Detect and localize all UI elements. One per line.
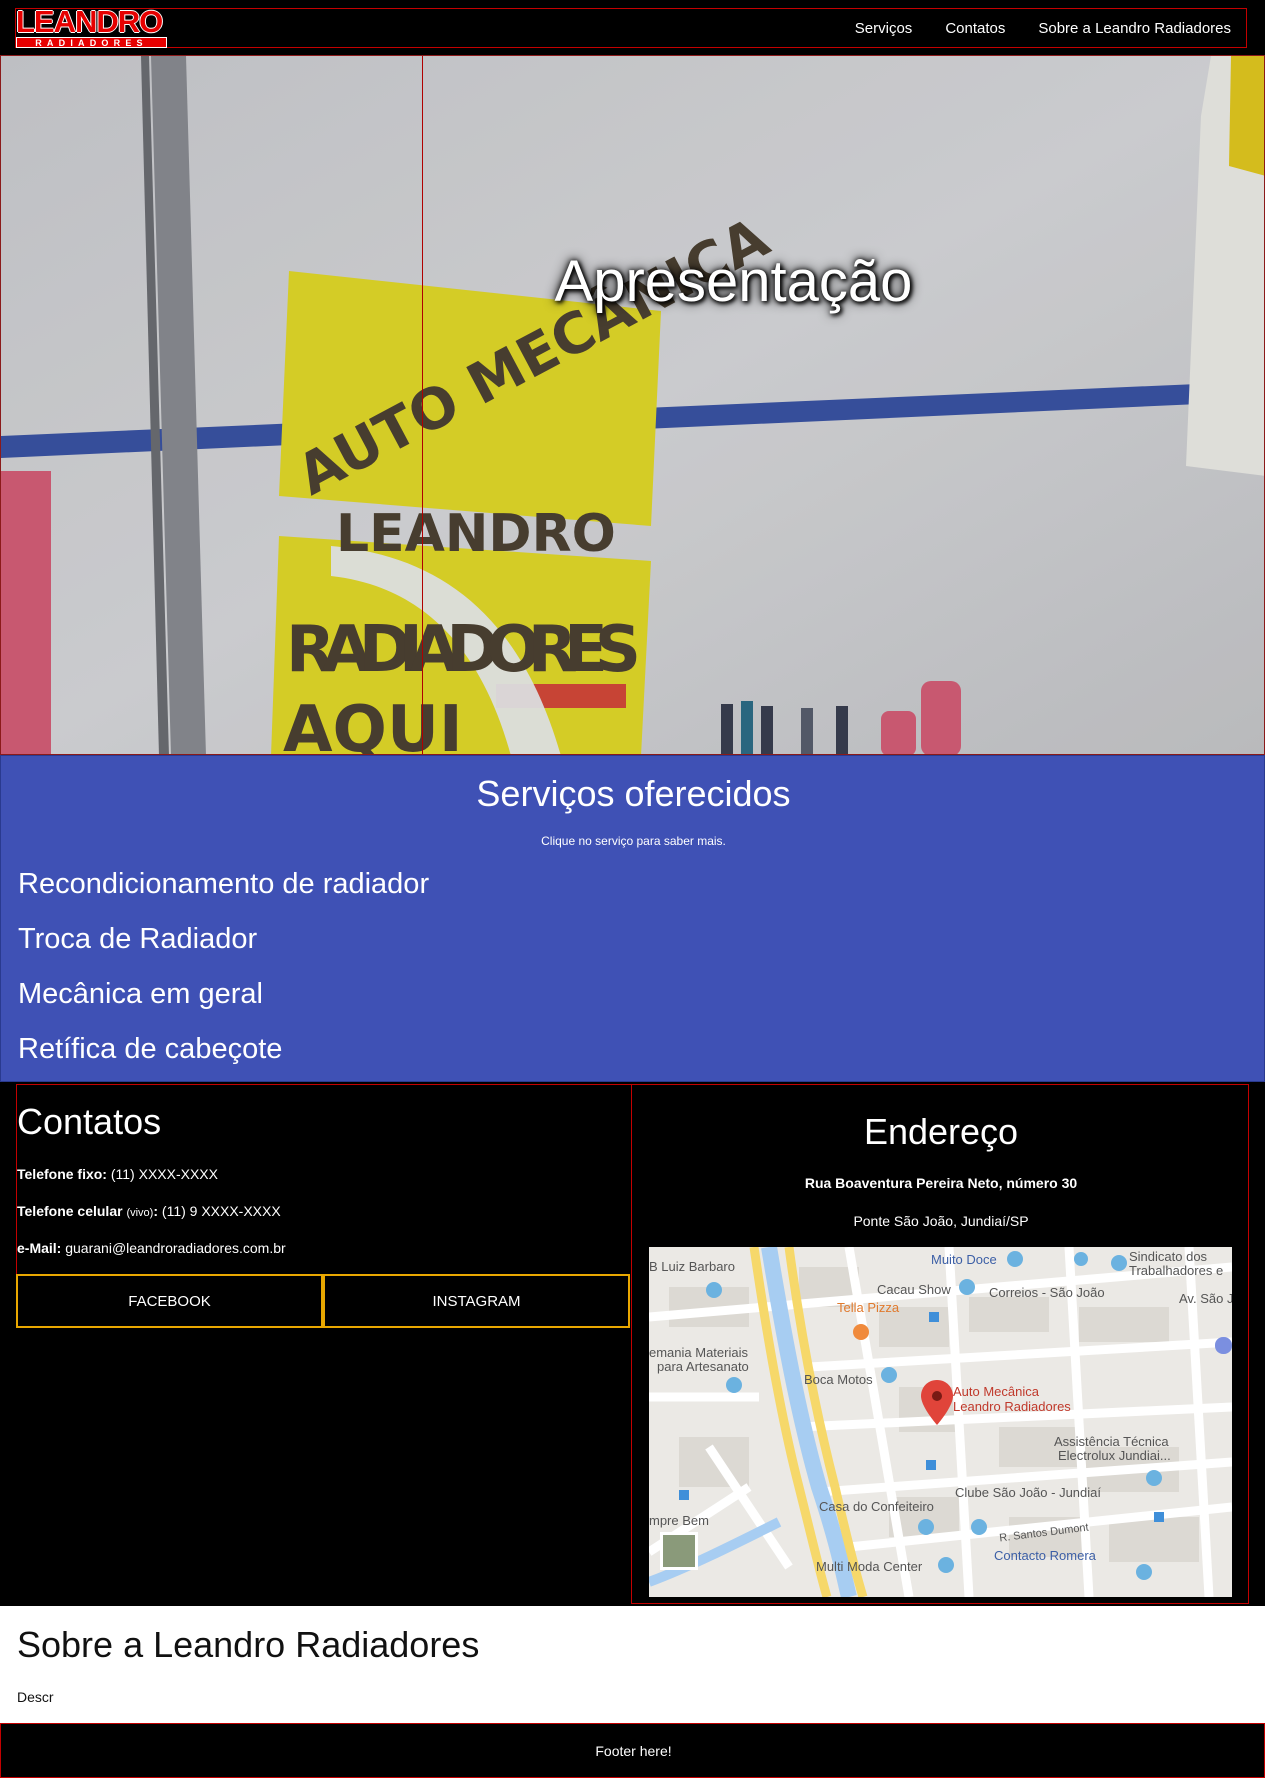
map-canvas xyxy=(649,1247,1232,1597)
phone-label: Telefone fixo: xyxy=(17,1166,107,1182)
google-map[interactable]: B Luiz Barbaro Muito Doce Sindicato dos … xyxy=(649,1247,1232,1597)
service-item-mecanica[interactable]: Mecânica em geral xyxy=(18,978,263,1011)
address-street: Rua Boaventura Pereira Neto, número 30 xyxy=(804,1175,1078,1191)
footer: Footer here! xyxy=(0,1723,1265,1778)
contacts-section: Contatos Telefone fixo: (11) XXXX-XXXX T… xyxy=(16,1084,632,1604)
about-description: Descr xyxy=(17,1689,54,1705)
mobile-value: (11) 9 XXXX-XXXX xyxy=(161,1203,281,1219)
mobile-label: Telefone celular xyxy=(17,1203,123,1219)
services-hint: Clique no serviço para saber mais. xyxy=(541,834,726,848)
contacts-title: Contatos xyxy=(17,1101,162,1142)
about-title: Sobre a Leandro Radiadores xyxy=(17,1624,480,1665)
navbar: LEANDRO RADIADORES Serviços Contatos Sob… xyxy=(0,0,1265,55)
about-section: Sobre a Leandro Radiadores Descr xyxy=(0,1606,1265,1723)
service-item-retifica[interactable]: Retífica de cabeçote xyxy=(18,1033,282,1066)
phone-line: Telefone fixo: (11) XXXX-XXXX xyxy=(17,1166,218,1182)
instagram-button[interactable]: INSTAGRAM xyxy=(323,1274,630,1328)
email-value[interactable]: guarani@leandroradiadores.com.br xyxy=(65,1240,285,1256)
address-city: Ponte São João, Jundiaí/SP xyxy=(853,1213,1029,1229)
hero-section: AUTO MECÂNICA LEANDRO RADIADORES AQUI Ap… xyxy=(0,55,1265,755)
mobile-carrier: (vivo) xyxy=(126,1207,154,1219)
logo-wordmark: LEANDRO xyxy=(16,4,163,39)
nav-link-contatos[interactable]: Contatos xyxy=(945,20,1005,37)
service-item-troca-radiador[interactable]: Troca de Radiador xyxy=(18,923,257,956)
email-line: e-Mail: guarani@leandroradiadores.com.br xyxy=(17,1240,286,1256)
mobile-line: Telefone celular (vivo): (11) 9 XXXX-XXX… xyxy=(17,1203,281,1219)
brand-logo[interactable]: LEANDRO RADIADORES xyxy=(16,4,167,48)
nav-menu: Serviços Contatos Sobre a Leandro Radiad… xyxy=(822,8,1231,48)
footer-text: Footer here! xyxy=(595,1743,672,1759)
service-item-recondicionamento[interactable]: Recondicionamento de radiador xyxy=(18,868,429,901)
email-label: e-Mail: xyxy=(17,1240,62,1256)
address-section: Endereço Rua Boaventura Pereira Neto, nú… xyxy=(631,1084,1249,1604)
nav-link-servicos[interactable]: Serviços xyxy=(855,20,913,37)
services-title: Serviços oferecidos xyxy=(476,773,791,814)
facebook-button[interactable]: FACEBOOK xyxy=(16,1274,323,1328)
services-section: Serviços oferecidos Clique no serviço pa… xyxy=(0,755,1265,1082)
nav-link-sobre[interactable]: Sobre a Leandro Radiadores xyxy=(1038,20,1231,37)
address-title: Endereço xyxy=(863,1111,1019,1152)
hero-title: Apresentação xyxy=(554,249,913,314)
phone-value: (11) XXXX-XXXX xyxy=(110,1166,218,1182)
hero-frame xyxy=(422,56,1264,754)
logo-subtitle: RADIADORES xyxy=(16,37,167,48)
